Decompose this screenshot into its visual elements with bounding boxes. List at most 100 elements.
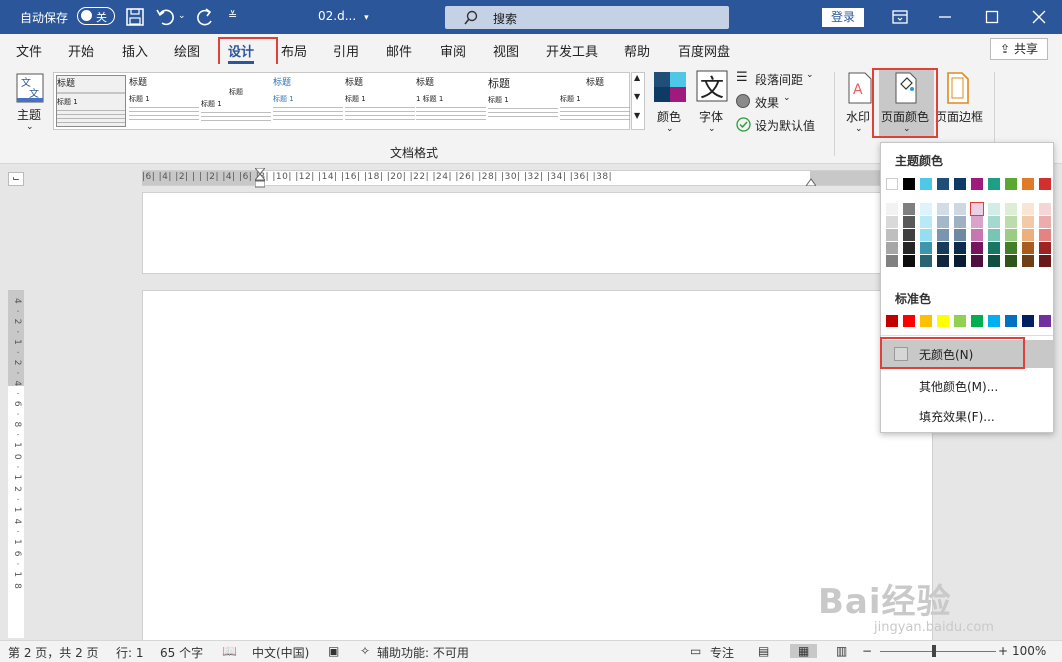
theme-shade-swatch[interactable] — [1022, 255, 1034, 267]
standard-color-swatch[interactable] — [988, 315, 1000, 327]
standard-color-swatch[interactable] — [1022, 315, 1034, 327]
theme-shade-swatch[interactable] — [937, 216, 949, 228]
theme-shade-swatch[interactable] — [886, 229, 898, 241]
theme-shade-swatch[interactable] — [954, 203, 966, 215]
search-box[interactable]: 搜索 — [445, 6, 729, 29]
theme-shade-swatch[interactable] — [988, 229, 1000, 241]
more-colors-item[interactable]: 其他颜色(M)... — [881, 372, 1053, 400]
theme-shade-swatch[interactable] — [886, 203, 898, 215]
redo-icon[interactable] — [194, 6, 216, 28]
tab-insert[interactable]: 插入 — [122, 41, 148, 60]
theme-color-swatch[interactable] — [903, 178, 915, 190]
theme-color-swatch[interactable] — [920, 178, 932, 190]
tab-help[interactable]: 帮助 — [624, 41, 650, 60]
accessibility-icon[interactable]: ✧ — [360, 644, 370, 658]
theme-shade-swatch[interactable] — [886, 255, 898, 267]
theme-shade-swatch[interactable] — [903, 216, 915, 228]
share-button[interactable]: ⇪ 共享 — [990, 38, 1048, 60]
tab-references[interactable]: 引用 — [333, 41, 359, 60]
theme-shade-swatch[interactable] — [886, 242, 898, 254]
theme-shade-swatch[interactable] — [954, 229, 966, 241]
theme-shade-swatch[interactable] — [920, 229, 932, 241]
theme-color-swatch[interactable] — [971, 178, 983, 190]
theme-color-swatch[interactable] — [1039, 178, 1051, 190]
style-set-item[interactable]: 标题 标题 1 — [201, 75, 271, 127]
theme-shade-swatch[interactable] — [920, 216, 932, 228]
theme-shade-swatch[interactable] — [970, 202, 984, 216]
word-count[interactable]: 65 个字 — [160, 644, 203, 661]
standard-color-swatch[interactable] — [954, 315, 966, 327]
theme-shade-swatch[interactable] — [1039, 242, 1051, 254]
theme-shade-swatch[interactable] — [988, 255, 1000, 267]
theme-shade-swatch[interactable] — [971, 229, 983, 241]
theme-color-swatch[interactable] — [937, 178, 949, 190]
theme-shade-swatch[interactable] — [937, 229, 949, 241]
theme-shade-swatch[interactable] — [971, 216, 983, 228]
tab-selector[interactable]: ⌙ — [8, 172, 24, 186]
theme-color-swatch[interactable] — [954, 178, 966, 190]
standard-color-swatch[interactable] — [886, 315, 898, 327]
tab-layout[interactable]: 布局 — [281, 41, 307, 60]
theme-shade-swatch[interactable] — [1022, 229, 1034, 241]
theme-shade-swatch[interactable] — [1039, 229, 1051, 241]
style-set-item[interactable]: 标题 标题 1 — [56, 75, 126, 127]
maximize-icon[interactable] — [983, 8, 1001, 26]
theme-shade-swatch[interactable] — [988, 203, 1000, 215]
theme-color-swatch[interactable] — [886, 178, 898, 190]
standard-color-swatch[interactable] — [920, 315, 932, 327]
style-set-item[interactable]: 标题 标题 1 — [560, 75, 630, 127]
style-set-item[interactable]: 标题 标题 1 — [129, 75, 199, 127]
theme-shade-swatch[interactable] — [937, 203, 949, 215]
document-page-2[interactable] — [142, 290, 933, 650]
theme-shade-swatch[interactable] — [920, 242, 932, 254]
theme-shade-swatch[interactable] — [988, 242, 1000, 254]
paragraph-spacing-button[interactable]: ☰ 段落间距 ⌄ — [736, 70, 826, 88]
save-icon[interactable] — [124, 6, 146, 28]
theme-shade-swatch[interactable] — [1039, 216, 1051, 228]
theme-shade-swatch[interactable] — [1005, 242, 1017, 254]
effects-button[interactable]: 效果 ⌄ — [736, 93, 806, 111]
theme-shade-swatch[interactable] — [954, 216, 966, 228]
focus-icon[interactable]: ▭ — [690, 644, 701, 658]
standard-color-swatch[interactable] — [937, 315, 949, 327]
theme-shade-swatch[interactable] — [1039, 255, 1051, 267]
language[interactable]: 中文(中国) — [252, 644, 309, 661]
theme-shade-swatch[interactable] — [1005, 229, 1017, 241]
zoom-slider[interactable] — [880, 651, 996, 652]
theme-shade-swatch[interactable] — [954, 255, 966, 267]
horizontal-ruler[interactable]: |6| |4| |2| | | |2| |4| |6| |8| |10| |12… — [142, 167, 933, 188]
undo-dropdown-icon[interactable]: ⌄ — [178, 11, 186, 21]
document-page-1[interactable] — [142, 192, 933, 274]
read-mode-icon[interactable]: ▤ — [758, 644, 769, 658]
colors-button[interactable]: 颜色 ⌄ — [652, 70, 688, 136]
zoom-out-icon[interactable]: − — [862, 644, 872, 658]
right-indent-marker[interactable] — [805, 175, 817, 187]
tab-file[interactable]: 文件 — [16, 41, 42, 60]
style-set-item[interactable]: 标题 1 标题 1 — [416, 75, 486, 127]
theme-shade-swatch[interactable] — [903, 242, 915, 254]
ribbon-display-options-icon[interactable] — [891, 8, 909, 26]
standard-color-swatch[interactable] — [1005, 315, 1017, 327]
theme-shade-swatch[interactable] — [920, 255, 932, 267]
style-set-item[interactable]: 标题 标题 1 — [488, 75, 558, 127]
theme-shade-swatch[interactable] — [903, 229, 915, 241]
style-set-item[interactable]: 标题 标题 1 — [273, 75, 343, 127]
close-icon[interactable] — [1030, 8, 1048, 26]
theme-shade-swatch[interactable] — [903, 203, 915, 215]
standard-color-swatch[interactable] — [1039, 315, 1051, 327]
tab-review[interactable]: 审阅 — [440, 41, 466, 60]
undo-icon[interactable] — [154, 6, 176, 28]
accessibility-status[interactable]: 辅助功能: 不可用 — [377, 644, 469, 661]
tab-baidu-netdisk[interactable]: 百度网盘 — [678, 41, 730, 60]
tab-view[interactable]: 视图 — [493, 41, 519, 60]
gallery-down-icon[interactable]: ▼ — [634, 92, 640, 101]
themes-button[interactable]: 文 文 主题 ⌄ — [12, 70, 48, 134]
theme-color-swatch[interactable] — [1022, 178, 1034, 190]
macro-icon[interactable]: ▣ — [328, 644, 339, 658]
indent-marker[interactable] — [253, 167, 267, 188]
theme-shade-swatch[interactable] — [903, 255, 915, 267]
theme-shade-swatch[interactable] — [1022, 216, 1034, 228]
fonts-button[interactable]: 文 字体 ⌄ — [694, 70, 730, 136]
standard-color-swatch[interactable] — [971, 315, 983, 327]
set-default-button[interactable]: 设为默认值 — [736, 116, 826, 134]
